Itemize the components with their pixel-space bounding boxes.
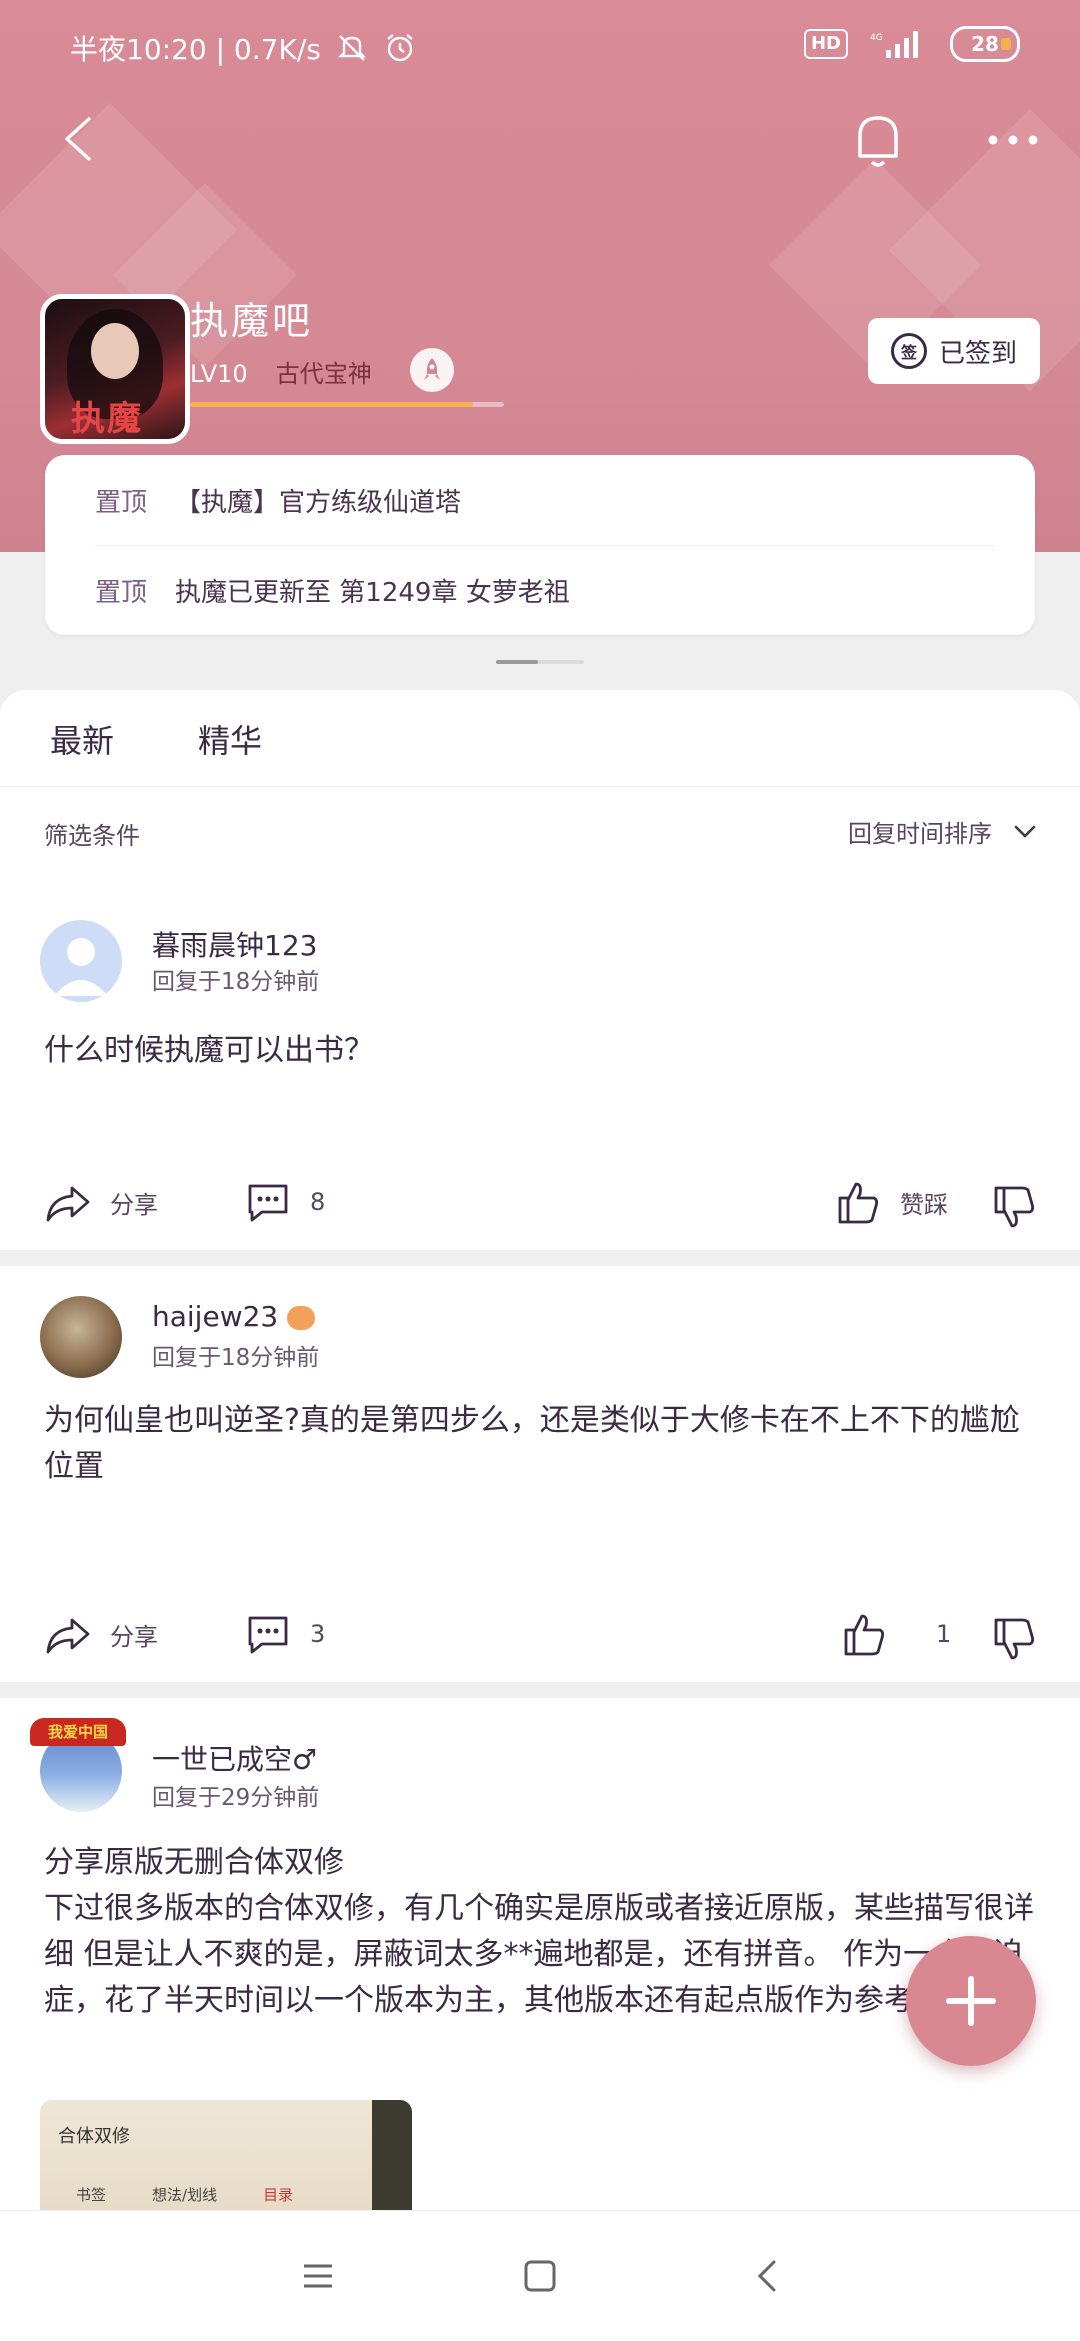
battery-icon: 28 [950, 26, 1020, 62]
sort-dropdown[interactable]: 回复时间排序 [848, 814, 1036, 849]
status-time: 半夜10:20 | 0.7K/s [70, 33, 321, 66]
post-image[interactable]: 合体双修 书签 想法/划线 目录 [40, 2100, 412, 2210]
share-button[interactable]: 分享 [44, 1178, 158, 1226]
like-button[interactable]: 赞踩 [834, 1178, 948, 1226]
post-card[interactable]: 我爱中国 一世已成空♂ 回复于29分钟前 分享原版无删合体双修 下过很多版本的合… [0, 1698, 1080, 2210]
checkin-button[interactable]: 签 已签到 [868, 318, 1040, 384]
pinned-tag: 置顶 [95, 577, 148, 608]
system-nav-bar [0, 2210, 1080, 2341]
share-label: 分享 [110, 1622, 158, 1651]
thumbs-down-icon[interactable] [990, 1184, 1038, 1232]
back-nav-icon[interactable] [748, 2256, 788, 2296]
post-title[interactable]: 分享原版无删合体双修 [44, 1840, 1034, 1886]
avatar-badge: 我爱中国 [30, 1718, 126, 1746]
filter-button[interactable]: 筛选条件 [44, 816, 140, 851]
avatar[interactable] [40, 1296, 122, 1378]
pinned-page-indicator [496, 660, 584, 664]
alarm-icon [387, 34, 413, 62]
comment-button[interactable]: 3 [244, 1610, 325, 1658]
post-time: 回复于18分钟前 [152, 1345, 320, 1371]
comment-count: 3 [310, 1620, 326, 1648]
share-label: 分享 [110, 1190, 158, 1219]
level-title: 古代宝神 [275, 360, 372, 388]
bell-icon[interactable] [850, 110, 906, 170]
pinned-item[interactable]: 置顶 执魔已更新至 第1249章 女萝老祖 [95, 545, 995, 635]
comment-icon [248, 1616, 288, 1654]
top-nav [0, 100, 1080, 180]
level-progress-bar [190, 402, 504, 407]
like-count: 赞踩 [900, 1190, 948, 1219]
thumbs-up-icon [844, 1614, 885, 1656]
post-username[interactable]: haijew23 [152, 1300, 316, 1333]
post-username[interactable]: 一世已成空♂ [152, 1738, 317, 1778]
tab-latest[interactable]: 最新 [50, 716, 114, 762]
pinned-item[interactable]: 置顶 【执魔】官方练级仙道塔 [95, 455, 995, 545]
home-icon[interactable] [520, 2256, 560, 2296]
sort-label: 回复时间排序 [848, 820, 992, 848]
post-separator [0, 1682, 1080, 1698]
thumbs-down-icon[interactable] [990, 1616, 1038, 1664]
post-time: 回复于18分钟前 [152, 969, 320, 995]
pinned-posts-card: 置顶 【执魔】官方练级仙道塔 置顶 执魔已更新至 第1249章 女萝老祖 [45, 455, 1035, 635]
checkin-label: 已签到 [938, 338, 1017, 369]
signal-icon: 4G [870, 31, 918, 58]
like-button[interactable]: 1 [840, 1610, 951, 1658]
tab-featured[interactable]: 精华 [198, 716, 262, 762]
comment-button[interactable]: 8 [244, 1178, 325, 1226]
svg-text:4G: 4G [870, 33, 883, 43]
forum-level: LV10 古代宝神 [190, 354, 372, 389]
pinned-tag: 置顶 [95, 487, 148, 518]
back-icon[interactable] [55, 115, 103, 163]
status-bar: 半夜10:20 | 0.7K/s HD 4G 28 [0, 0, 1080, 96]
post-body[interactable]: 什么时候执魔可以出书？ [44, 1028, 1034, 1074]
comment-icon [248, 1184, 288, 1222]
forum-avatar[interactable]: 执魔 [40, 294, 190, 444]
image-tab: 书签 [76, 2186, 107, 2204]
badge-icon [287, 1306, 316, 1330]
like-count: 1 [936, 1620, 952, 1648]
avatar[interactable] [40, 920, 122, 1002]
pinned-title: 执魔已更新至 第1249章 女萝老祖 [175, 577, 570, 608]
forum-name: 执魔吧 [190, 299, 314, 343]
image-title: 合体双修 [58, 2126, 130, 2147]
comment-count: 8 [310, 1188, 326, 1216]
feed-tabs: 最新 精华 [0, 690, 1080, 787]
post-card[interactable]: haijew23 回复于18分钟前 为何仙皇也叫逆圣?真的是第四步么，还是类似于… [0, 1266, 1080, 1566]
more-icon[interactable] [985, 130, 1041, 150]
share-icon [46, 1186, 90, 1222]
image-tab: 目录 [263, 2186, 294, 2204]
post-username[interactable]: 暮雨晨钟123 [152, 924, 317, 964]
pinned-title: 【执魔】官方练级仙道塔 [175, 487, 462, 518]
post-actions: 分享 8 赞踩 [0, 1160, 1080, 1240]
new-post-button[interactable] [906, 1936, 1036, 2066]
share-icon [46, 1618, 90, 1654]
thumbs-up-icon [838, 1182, 879, 1224]
post-separator [0, 1250, 1080, 1266]
post-actions: 分享 3 1 [0, 1592, 1080, 1672]
chevron-down-icon [1014, 825, 1036, 838]
rocket-icon[interactable] [410, 348, 454, 392]
mute-icon [337, 35, 366, 61]
hd-icon: HD [803, 29, 848, 59]
image-tab: 想法/划线 [152, 2186, 218, 2204]
menu-icon[interactable] [298, 2256, 338, 2296]
level-number: LV10 [190, 360, 248, 388]
post-body[interactable]: 为何仙皇也叫逆圣?真的是第四步么，还是类似于大修卡在不上不下的尴尬位置 [44, 1398, 1034, 1490]
signin-icon: 签 [890, 333, 927, 369]
post-card[interactable]: 暮雨晨钟123 回复于18分钟前 什么时候执魔可以出书？ [0, 890, 1080, 1130]
filter-row: 筛选条件 回复时间排序 [0, 788, 1080, 878]
post-time: 回复于29分钟前 [152, 1785, 320, 1811]
post-body[interactable]: 下过很多版本的合体双修，有几个确实是原版或者接近原版，某些描写很详细 但是让人不… [44, 1886, 1034, 2070]
share-button[interactable]: 分享 [44, 1610, 158, 1658]
